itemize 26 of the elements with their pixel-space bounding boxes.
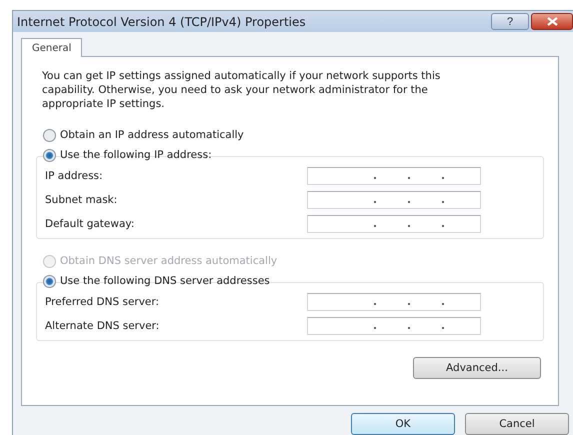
field-label: Subnet mask: xyxy=(45,194,118,206)
window-title: Internet Protocol Version 4 (TCP/IPv4) Properties xyxy=(17,14,307,28)
radio-button[interactable] xyxy=(43,148,56,162)
radio-label: Use the following DNS server addresses xyxy=(60,275,270,287)
ip-address-field[interactable] xyxy=(307,215,481,233)
field-label: Preferred DNS server: xyxy=(45,296,160,308)
radio-label: Obtain an IP address automatically xyxy=(60,129,244,141)
description-text: You can get IP settings assigned automatically if your network supports this capability. Otherwise, you need to ask your network administrator for the appropriate IP settings. xyxy=(42,69,442,111)
advanced-button[interactable]: Advanced... xyxy=(413,357,541,379)
field-label: IP address: xyxy=(45,170,104,182)
ip-address-field[interactable] xyxy=(307,191,481,209)
dialog-button[interactable]: Cancel xyxy=(465,413,569,435)
field-label: Default gateway: xyxy=(45,218,136,230)
radio-button[interactable] xyxy=(43,128,56,142)
tab[interactable]: General xyxy=(21,38,82,57)
ip-address-field[interactable] xyxy=(307,317,481,335)
help-button[interactable]: ? xyxy=(491,13,529,30)
ip-address-field[interactable] xyxy=(307,167,481,185)
ip-address-field[interactable] xyxy=(307,293,481,311)
dialog-button[interactable]: OK xyxy=(351,413,455,435)
radio-label: Use the following IP address: xyxy=(60,149,212,161)
field-label: Alternate DNS server: xyxy=(45,320,160,332)
radio-label: Obtain DNS server address automatically xyxy=(60,255,278,267)
close-button[interactable] xyxy=(531,13,573,30)
radio-button[interactable] xyxy=(43,274,56,288)
close-icon xyxy=(546,17,558,26)
